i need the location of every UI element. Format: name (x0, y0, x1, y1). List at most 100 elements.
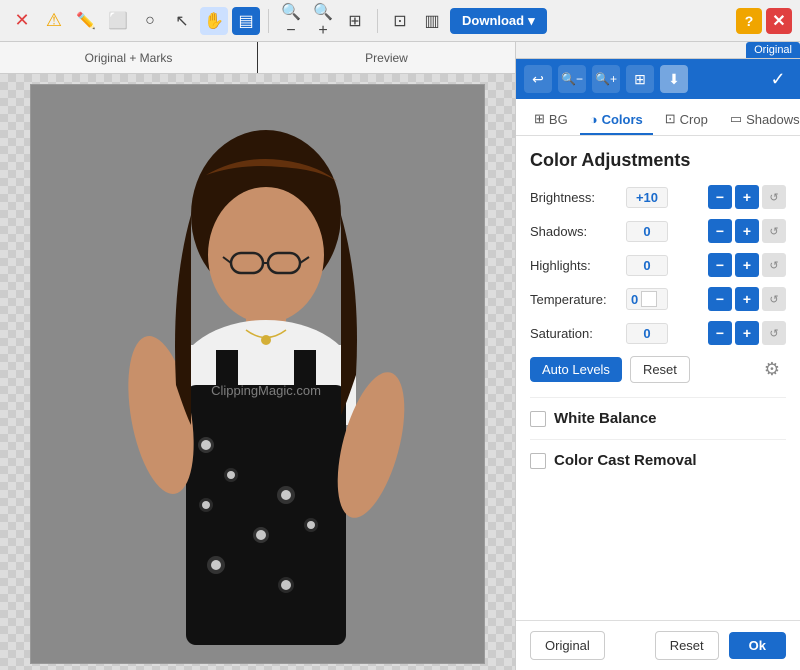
canvas-labels: Original + Marks Preview (0, 42, 515, 74)
tab-colors-label: Colors (602, 112, 643, 127)
shadows-value: 0 (626, 221, 668, 242)
color-cast-checkbox[interactable] (530, 453, 546, 469)
separator-2 (377, 9, 378, 33)
compare-btn[interactable]: ▥ (418, 7, 446, 35)
brightness-plus-btn[interactable]: + (735, 185, 759, 209)
brightness-reset-btn[interactable]: ↺ (762, 185, 786, 209)
temperature-swatch[interactable] (641, 291, 657, 307)
bottom-original-button[interactable]: Original (530, 631, 605, 660)
photo-frame: ClippingMagic.com (30, 84, 485, 664)
temperature-value: 0 (626, 288, 668, 310)
shadows-controls: − + ↺ (708, 219, 786, 243)
eraser-btn[interactable]: ⬜ (104, 7, 132, 35)
panel-grid-btn[interactable]: ⊞ (626, 65, 654, 93)
tab-crop[interactable]: ⊡ Crop (655, 105, 718, 135)
separator-1 (268, 9, 269, 33)
download-button[interactable]: Download ▾ (450, 8, 547, 34)
brightness-minus-btn[interactable]: − (708, 185, 732, 209)
temperature-reset-btn[interactable]: ↺ (762, 287, 786, 311)
panel-zoom-in-btn[interactable]: 🔍+ (592, 65, 620, 93)
panel-download-btn[interactable]: ⬇ (660, 65, 688, 93)
tab-colors[interactable]: ◑ Colors (580, 106, 653, 135)
saturation-label: Saturation: (530, 326, 620, 341)
canvas-content[interactable]: ClippingMagic.com (0, 74, 515, 670)
crop-icon: ⊡ (665, 111, 676, 127)
view-btn[interactable]: ⊡ (386, 7, 414, 35)
main-area: Original + Marks Preview (0, 42, 800, 670)
bottom-reset-button[interactable]: Reset (655, 631, 719, 660)
shadows-reset-btn[interactable]: ↺ (762, 219, 786, 243)
close-window-button[interactable]: ✕ (766, 8, 792, 34)
help-button[interactable]: ? (736, 8, 762, 34)
pan-btn[interactable]: ✋ (200, 7, 228, 35)
tab-shadows-label: Shadows (746, 112, 799, 127)
panel-tabs: ⊞ BG ◑ Colors ⊡ Crop ▭ Shadows (516, 99, 800, 136)
close-circle-btn[interactable]: ✕ (8, 7, 36, 35)
saturation-minus-btn[interactable]: − (708, 321, 732, 345)
mode-btn[interactable]: ▤ (232, 7, 260, 35)
shadows-plus-btn[interactable]: + (735, 219, 759, 243)
highlights-row: Highlights: 0 − + ↺ (530, 253, 786, 277)
panel-content: Color Adjustments Brightness: +10 − + ↺ … (516, 136, 800, 620)
fit-btn[interactable]: ⊞ (341, 7, 369, 35)
panel-zoom-out-btn[interactable]: 🔍− (558, 65, 586, 93)
settings-button[interactable]: ⚙ (758, 355, 786, 383)
person-photo: ClippingMagic.com (31, 85, 485, 664)
tab-crop-label: Crop (680, 112, 708, 127)
saturation-controls: − + ↺ (708, 321, 786, 345)
warning-circle-btn[interactable]: ⚠ (40, 7, 68, 35)
temperature-label: Temperature: (530, 292, 620, 307)
shadows-icon: ▭ (730, 111, 742, 127)
panel-toolbar: ↩ 🔍− 🔍+ ⊞ ⬇ ✓ (516, 59, 800, 99)
highlights-minus-btn[interactable]: − (708, 253, 732, 277)
saturation-reset-btn[interactable]: ↺ (762, 321, 786, 345)
zoom-out-btn[interactable]: 🔍− (277, 7, 305, 35)
preview-label: Preview (258, 51, 515, 65)
tab-bg-label: BG (549, 112, 568, 127)
tab-bg[interactable]: ⊞ BG (524, 105, 578, 135)
panel-check-btn[interactable]: ✓ (764, 65, 792, 93)
right-panel: Original ↩ 🔍− 🔍+ ⊞ ⬇ ✓ ⊞ BG ◑ Colors ⊡ C… (515, 42, 800, 670)
pointer-btn[interactable]: ↖ (168, 7, 196, 35)
shadows-minus-btn[interactable]: − (708, 219, 732, 243)
bottom-ok-button[interactable]: Ok (729, 632, 786, 659)
white-balance-checkbox[interactable] (530, 411, 546, 427)
panel-bottom: Original Reset Ok (516, 620, 800, 670)
zoom-in-btn[interactable]: 🔍+ (309, 7, 337, 35)
tab-shadows[interactable]: ▭ Shadows (720, 105, 800, 135)
temperature-row: Temperature: 0 − + ↺ (530, 287, 786, 311)
color-adjustments-title: Color Adjustments (530, 150, 786, 171)
white-balance-title: White Balance (554, 410, 657, 427)
white-balance-header[interactable]: White Balance (530, 410, 786, 427)
highlights-controls: − + ↺ (708, 253, 786, 277)
original-marks-label: Original + Marks (0, 51, 257, 65)
canvas-area: Original + Marks Preview (0, 42, 515, 670)
lasso-btn[interactable]: ○ (136, 7, 164, 35)
pencil-btn[interactable]: ✏️ (72, 7, 100, 35)
reset-button[interactable]: Reset (630, 356, 690, 383)
color-cast-title: Color Cast Removal (554, 452, 697, 469)
svg-text:ClippingMagic.com: ClippingMagic.com (211, 383, 321, 398)
bg-icon: ⊞ (534, 111, 545, 127)
temperature-controls: − + ↺ (708, 287, 786, 311)
highlights-reset-btn[interactable]: ↺ (762, 253, 786, 277)
brightness-row: Brightness: +10 − + ↺ (530, 185, 786, 209)
download-label: Download (462, 13, 524, 28)
color-cast-header[interactable]: Color Cast Removal (530, 452, 786, 469)
brightness-value: +10 (626, 187, 668, 208)
photo-container: ClippingMagic.com (30, 84, 485, 660)
download-icon: ▾ (528, 13, 535, 29)
saturation-plus-btn[interactable]: + (735, 321, 759, 345)
original-badge: Original (746, 42, 800, 58)
panel-undo-btn[interactable]: ↩ (524, 65, 552, 93)
temperature-plus-btn[interactable]: + (735, 287, 759, 311)
auto-levels-button[interactable]: Auto Levels (530, 357, 622, 382)
highlights-plus-btn[interactable]: + (735, 253, 759, 277)
main-toolbar: ✕ ⚠ ✏️ ⬜ ○ ↖ ✋ ▤ 🔍− 🔍+ ⊞ ⊡ ▥ Download ▾ … (0, 0, 800, 42)
highlights-label: Highlights: (530, 258, 620, 273)
white-balance-section: White Balance (530, 397, 786, 439)
saturation-value: 0 (626, 323, 668, 344)
temperature-minus-btn[interactable]: − (708, 287, 732, 311)
brightness-controls: − + ↺ (708, 185, 786, 209)
colors-icon: ◑ (590, 112, 598, 127)
